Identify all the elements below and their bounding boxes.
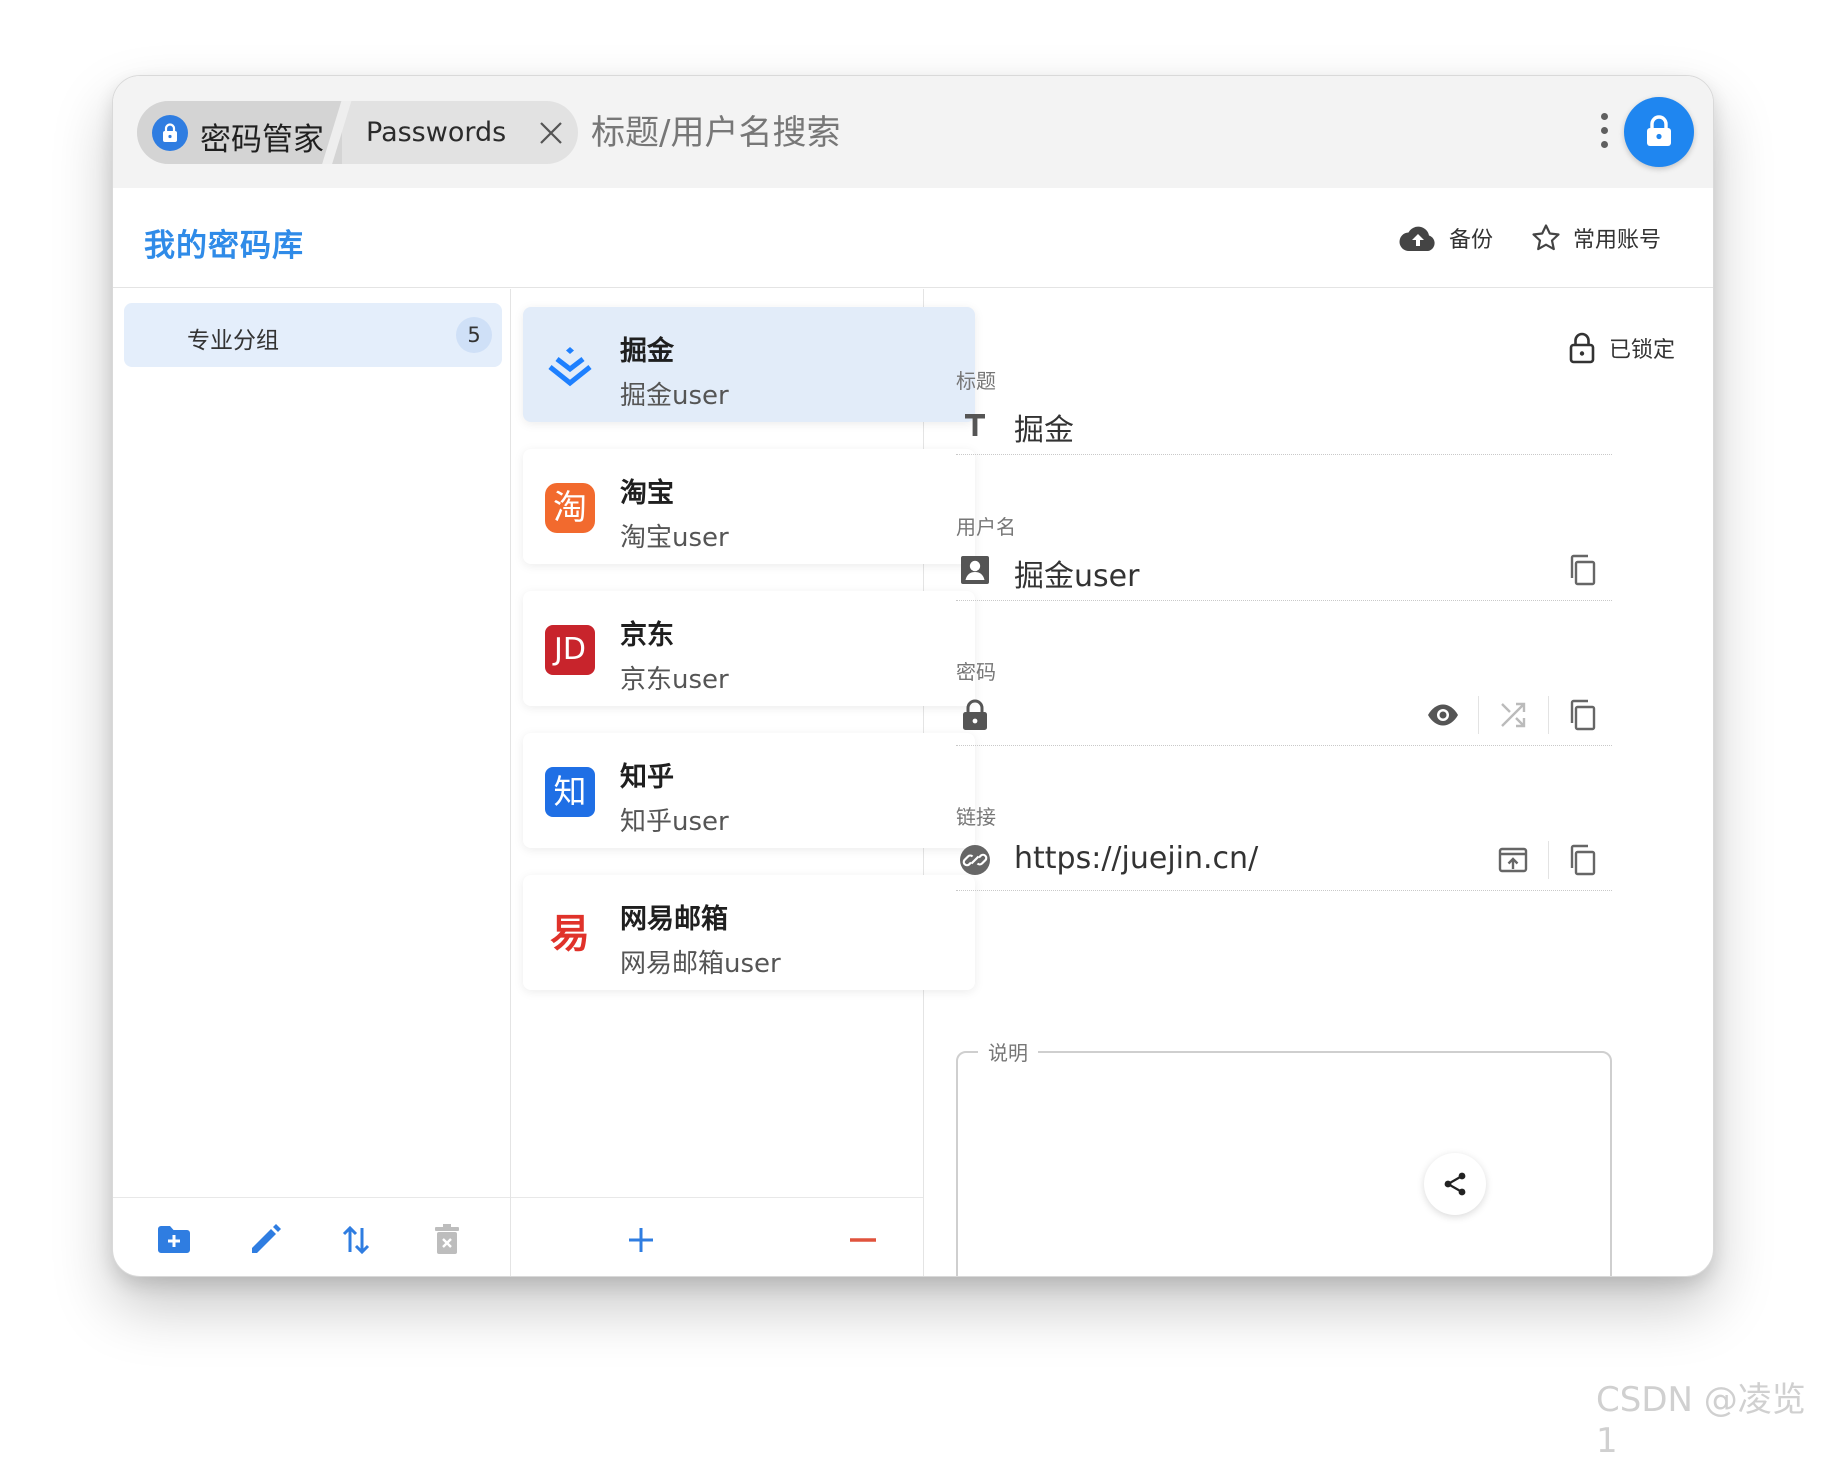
- entry-title: 网易邮箱: [620, 904, 728, 935]
- favorites-button[interactable]: 常用账号: [1531, 218, 1661, 258]
- open-link-icon[interactable]: [1496, 843, 1530, 877]
- top-bar: 密码管家 Passwords: [113, 76, 1713, 188]
- copy-icon[interactable]: [1566, 553, 1600, 587]
- divider: [1478, 696, 1479, 734]
- link-value[interactable]: https://juejin.cn/: [1014, 841, 1258, 876]
- app-window: 密码管家 Passwords 我的密码库 备份 常用账号 专业分组 5: [112, 75, 1714, 1277]
- share-button[interactable]: [1424, 1153, 1486, 1215]
- password-field-label: 密码: [956, 660, 996, 684]
- username-field-label: 用户名: [956, 515, 1016, 539]
- list-item[interactable]: 易 网易邮箱 网易邮箱user: [523, 875, 975, 990]
- entries-toolbar: [511, 1197, 923, 1276]
- list-item[interactable]: 掘金 掘金user: [523, 307, 975, 422]
- delete-icon[interactable]: [429, 1222, 465, 1258]
- entry-title: 掘金: [620, 336, 674, 367]
- app-lock-icon: [152, 115, 188, 151]
- title-value: 掘金: [1014, 413, 1074, 448]
- copy-icon[interactable]: [1566, 843, 1600, 877]
- watermark-text: CSDN @凌览1: [1596, 1380, 1806, 1461]
- cloud-upload-icon: [1399, 226, 1435, 252]
- entry-title: 京东: [620, 620, 674, 651]
- title-field-label: 标题: [956, 369, 996, 393]
- shuffle-icon[interactable]: [1496, 698, 1530, 732]
- tab-passwords[interactable]: Passwords: [366, 117, 506, 148]
- sort-icon[interactable]: [338, 1222, 374, 1258]
- add-icon[interactable]: [623, 1222, 659, 1258]
- copy-icon[interactable]: [1566, 698, 1600, 732]
- vault-header: 我的密码库 备份 常用账号: [113, 188, 1713, 288]
- share-icon: [1444, 1172, 1466, 1196]
- more-menu-icon[interactable]: [1597, 110, 1611, 154]
- tab-strip: 密码管家 Passwords: [137, 101, 578, 164]
- jd-logo: JD: [545, 625, 595, 675]
- zhihu-logo: 知: [545, 767, 595, 817]
- password-field[interactable]: [956, 684, 1612, 746]
- group-label: 专业分组: [187, 328, 279, 354]
- eye-icon[interactable]: [1426, 698, 1460, 732]
- favorites-label: 常用账号: [1573, 228, 1662, 253]
- entry-username: 掘金user: [620, 381, 729, 411]
- username-value: 掘金user: [1014, 559, 1140, 594]
- star-icon: [1532, 224, 1560, 251]
- juejin-logo: [548, 347, 592, 387]
- remove-icon[interactable]: [845, 1222, 881, 1258]
- page-title: 我的密码库: [144, 228, 304, 264]
- add-folder-icon[interactable]: [156, 1222, 192, 1258]
- edit-icon[interactable]: [247, 1222, 283, 1258]
- note-textarea[interactable]: 说明: [956, 1037, 1612, 1276]
- entries-panel: 掘金 掘金user 淘 淘宝 淘宝user JD 京东 京东user 知 知乎 …: [511, 289, 975, 1276]
- link-field[interactable]: https://juejin.cn/: [956, 829, 1612, 891]
- entry-username: 淘宝user: [620, 523, 729, 553]
- note-label: 说明: [978, 1037, 1038, 1066]
- username-field[interactable]: 掘金user: [956, 539, 1612, 601]
- user-card-icon: [961, 556, 989, 584]
- backup-button[interactable]: 备份: [1399, 218, 1493, 258]
- entry-title: 淘宝: [620, 478, 674, 509]
- text-icon: [965, 414, 985, 436]
- netease-mail-logo: 易: [550, 911, 590, 957]
- groups-panel: 专业分组 5: [113, 289, 511, 1276]
- close-icon[interactable]: [537, 119, 565, 147]
- entry-username: 京东user: [620, 665, 729, 695]
- group-item[interactable]: 专业分组 5: [124, 303, 502, 367]
- link-field-label: 链接: [956, 805, 996, 829]
- taobao-logo: 淘: [545, 483, 595, 533]
- entry-title: 知乎: [620, 762, 674, 793]
- lock-icon: [963, 699, 987, 730]
- list-item[interactable]: 淘 淘宝 淘宝user: [523, 449, 975, 564]
- search-input[interactable]: [591, 101, 1291, 164]
- groups-toolbar: [113, 1197, 510, 1276]
- entry-username: 网易邮箱user: [620, 949, 781, 979]
- detail-panel: 已锁定 标题 掘金 用户名 掘金user 密码 链接 https://jueji…: [924, 289, 1713, 1276]
- tab-label-password-manager[interactable]: 密码管家: [200, 114, 324, 159]
- lock-button[interactable]: [1624, 97, 1694, 167]
- link-icon: [960, 845, 990, 875]
- lock-status-label: 已锁定: [1608, 338, 1675, 363]
- divider: [1548, 841, 1549, 879]
- entry-username: 知乎user: [620, 807, 729, 837]
- group-count-badge: 5: [456, 317, 492, 353]
- divider: [1548, 696, 1549, 734]
- list-item[interactable]: JD 京东 京东user: [523, 591, 975, 706]
- list-item[interactable]: 知 知乎 知乎user: [523, 733, 975, 848]
- padlock-icon: [1569, 332, 1595, 364]
- title-field[interactable]: 掘金: [956, 393, 1612, 455]
- backup-label: 备份: [1449, 228, 1494, 253]
- lock-status[interactable]: 已锁定: [1569, 332, 1675, 364]
